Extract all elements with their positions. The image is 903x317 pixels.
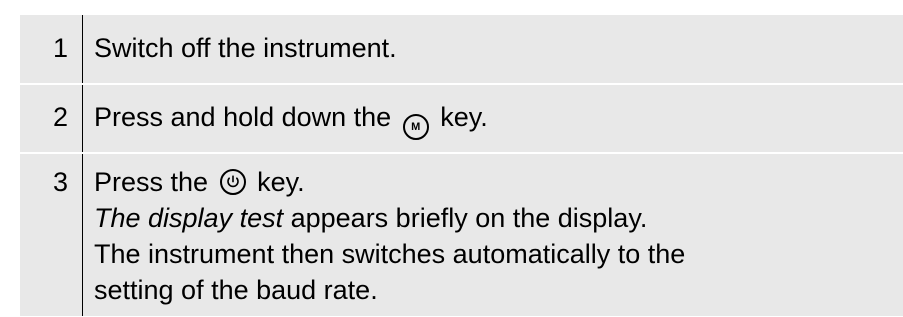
step-text-before-key: Press and hold down the (94, 102, 392, 132)
m-key-icon: M (402, 114, 429, 140)
step-line: Switch off the instrument. (94, 33, 397, 63)
step-row-3: 3 Press the key. The display test appear… (20, 154, 903, 316)
step-line: Press and hold down the M key. (94, 99, 488, 140)
step-number: 3 (20, 154, 83, 316)
step-text: appears briefly on the display. (290, 203, 648, 233)
step-text: Press the key. The display test appears … (83, 154, 685, 316)
step-text-after-key: key. (440, 102, 488, 132)
step-number: 2 (20, 85, 83, 152)
step-number: 1 (20, 15, 83, 83)
step-line: Press the key. (94, 164, 685, 200)
step-text-after-key: key. (257, 167, 305, 197)
power-key-icon (219, 169, 246, 195)
display-test-term: The display test (94, 203, 284, 233)
step-line: The display test appears briefly on the … (94, 200, 685, 236)
step-row-1: 1 Switch off the instrument. (20, 15, 903, 85)
step-text: Switch off the instrument. (83, 15, 397, 83)
power-symbol (226, 175, 239, 188)
step-line: The instrument then switches automatical… (94, 239, 686, 269)
step-line: setting of the baud rate. (94, 275, 378, 305)
step-table: 1 Switch off the instrument. 2 Press and… (20, 15, 903, 316)
step-text-before-key: Press the (94, 167, 209, 197)
step-text: Press and hold down the M key. (83, 85, 488, 152)
m-key-letter: M (411, 121, 421, 133)
step-row-2: 2 Press and hold down the M key. (20, 85, 903, 154)
